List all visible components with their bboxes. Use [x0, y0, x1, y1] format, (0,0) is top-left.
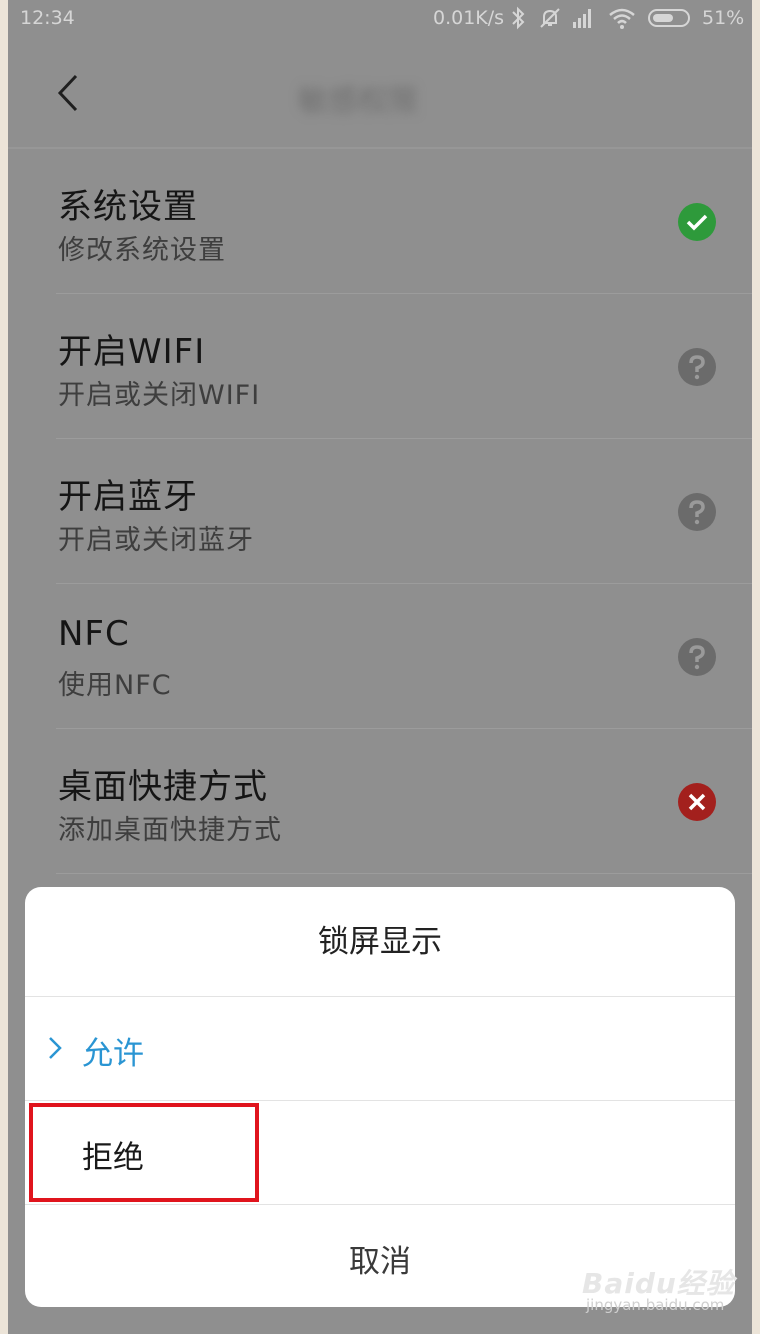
permission-row-system-settings[interactable]: 系统设置 修改系统设置 — [8, 149, 752, 294]
row-divider — [56, 873, 752, 874]
permission-list: 系统设置 修改系统设置 开启WIFI 开启或关闭WIFI 开启蓝牙 开启或关闭蓝… — [8, 149, 752, 874]
permission-subtitle: 添加桌面快捷方式 — [58, 815, 282, 846]
option-allow-label: 允许 — [82, 1036, 144, 1072]
question-icon — [678, 638, 716, 676]
check-icon — [678, 203, 716, 241]
permission-title: 开启WIFI — [58, 332, 206, 372]
close-icon — [678, 783, 716, 821]
bluetooth-icon — [511, 6, 525, 35]
status-time: 12:34 — [20, 7, 75, 29]
permission-row-bluetooth[interactable]: 开启蓝牙 开启或关闭蓝牙 — [8, 439, 752, 584]
lock-screen-display-dialog: 锁屏显示 允许 拒绝 取消 — [25, 887, 735, 1307]
chevron-right-icon — [47, 1035, 63, 1061]
back-arrow-icon[interactable] — [50, 68, 90, 118]
signal-icon — [571, 6, 595, 35]
mute-icon — [538, 6, 562, 35]
network-speed: 0.01K/s — [433, 7, 505, 29]
permission-row-wifi[interactable]: 开启WIFI 开启或关闭WIFI — [8, 294, 752, 439]
battery-percent: 51% — [702, 7, 745, 29]
permission-subtitle: 使用NFC — [58, 670, 172, 701]
permission-title: NFC — [58, 614, 130, 654]
permission-subtitle: 修改系统设置 — [58, 235, 226, 266]
dialog-title: 锁屏显示 — [318, 924, 442, 960]
page-title: 敏感权限 — [298, 84, 418, 119]
question-icon — [678, 493, 716, 531]
permission-row-nfc[interactable]: NFC 使用NFC — [8, 584, 752, 729]
permission-subtitle: 开启或关闭WIFI — [58, 380, 261, 411]
option-allow[interactable]: 允许 — [25, 997, 735, 1100]
status-bar: 12:34 0.01K/s 51% — [8, 0, 752, 38]
permission-title: 系统设置 — [58, 187, 198, 227]
permission-title: 桌面快捷方式 — [58, 767, 268, 807]
question-icon — [678, 348, 716, 386]
wifi-icon — [608, 6, 636, 35]
permission-subtitle: 开启或关闭蓝牙 — [58, 525, 254, 556]
watermark-url: jingyan.baidu.com — [586, 1296, 725, 1314]
app-bar: 敏感权限 — [8, 38, 752, 148]
permission-row-desktop-shortcut[interactable]: 桌面快捷方式 添加桌面快捷方式 — [8, 729, 752, 874]
highlight-annotation — [29, 1103, 259, 1202]
battery-icon — [648, 6, 694, 35]
permission-title: 开启蓝牙 — [58, 477, 198, 517]
